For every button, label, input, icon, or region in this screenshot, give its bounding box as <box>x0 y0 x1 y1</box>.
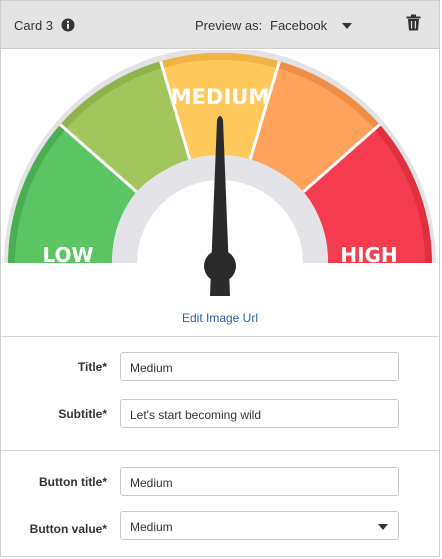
subtitle-input[interactable]: Let's start becoming wild <box>120 399 399 428</box>
button-value-selected: Medium <box>130 520 173 534</box>
card-editor: Card 3 Preview as: Facebook LOW MEDIUM H… <box>0 0 440 557</box>
divider <box>1 336 439 337</box>
chevron-down-icon <box>378 524 388 530</box>
title-input[interactable]: Medium <box>120 352 399 381</box>
edit-image-url-link[interactable]: Edit Image Url <box>1 311 439 325</box>
gauge-image: LOW MEDIUM HIGH <box>4 50 436 296</box>
gauge-medium-label: MEDIUM <box>171 85 269 109</box>
trash-icon[interactable] <box>406 14 421 31</box>
preview-platform-value: Facebook <box>270 18 328 33</box>
button-value-dropdown[interactable]: Medium <box>120 511 399 540</box>
preview-platform-dropdown[interactable]: Facebook <box>270 15 366 37</box>
button-title-input[interactable]: Medium <box>120 467 399 496</box>
info-icon[interactable] <box>61 18 75 32</box>
card-header: Card 3 Preview as: Facebook <box>1 1 439 49</box>
gauge-high-label: HIGH <box>340 243 397 267</box>
chevron-down-icon <box>342 23 352 29</box>
gauge-needle-hub <box>204 250 236 282</box>
subtitle-label: Subtitle* <box>58 407 107 421</box>
button-value-label: Button value* <box>29 522 107 536</box>
card-image-area: LOW MEDIUM HIGH Edit Image Url <box>1 50 439 336</box>
title-label: Title* <box>77 360 107 374</box>
gauge-low-label: LOW <box>42 243 93 267</box>
button-title-label: Button title* <box>39 475 107 489</box>
card-title: Card 3 <box>14 18 54 33</box>
divider <box>1 450 439 451</box>
preview-as-label: Preview as: <box>195 18 263 33</box>
